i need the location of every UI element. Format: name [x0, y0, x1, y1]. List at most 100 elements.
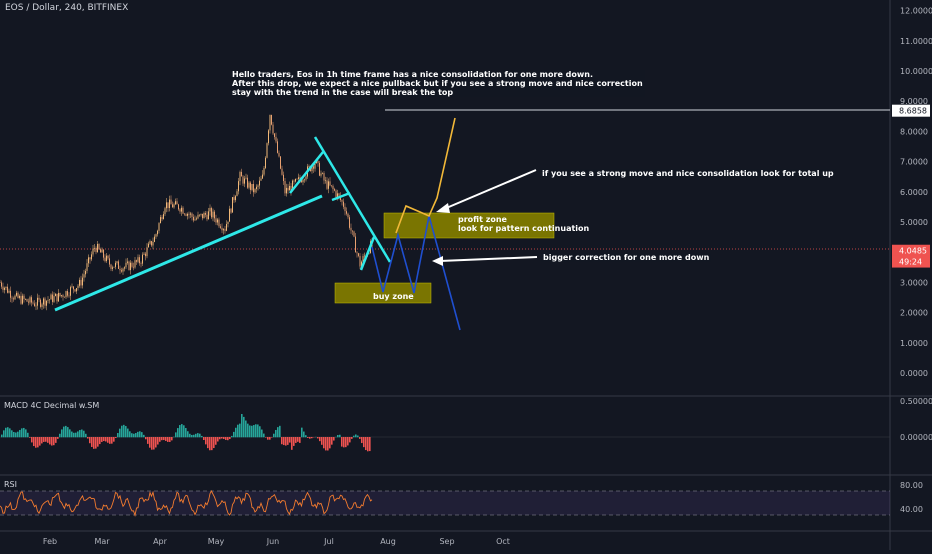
macd-bar [361, 437, 363, 443]
macd-bar [129, 431, 131, 437]
candle-body [273, 125, 274, 134]
macd-bar [185, 428, 187, 437]
candle-body [130, 263, 131, 270]
macd-bar [165, 437, 167, 441]
strong-move-note[interactable]: if you see a strong move and nice consol… [540, 169, 836, 178]
macd-bar [233, 432, 235, 437]
candle-body [93, 249, 94, 255]
correction-note[interactable]: bigger correction for one more down [541, 253, 711, 262]
candle-body [234, 197, 235, 200]
time-axis-labels: FebMarAprMayJunJulAugSepOct [43, 537, 510, 546]
macd-bar [329, 437, 331, 448]
macd-bar [137, 432, 139, 437]
macd-bar [117, 433, 119, 437]
candle-body [37, 298, 38, 306]
macd-bar [49, 437, 51, 444]
candle-body [258, 185, 259, 186]
macd-bar [205, 437, 207, 444]
time-axis-label: Jul [323, 537, 334, 546]
candle-body [133, 267, 134, 268]
candle-body [147, 247, 148, 256]
strong-move-arrowhead [436, 203, 450, 213]
price-tick-label: 7.0000 [900, 158, 928, 167]
candle-body [109, 258, 110, 264]
macd-bar [63, 427, 65, 438]
macd-bar [363, 437, 365, 447]
macd-bar [47, 437, 49, 443]
candle-body [181, 208, 182, 212]
macd-bar [341, 437, 343, 447]
candle-body [102, 250, 103, 253]
macd-bar [259, 426, 261, 437]
macd-bar [71, 432, 73, 438]
macd-bar [219, 437, 221, 439]
macd-bar [143, 435, 145, 437]
price-tick-label: 6.0000 [900, 188, 928, 197]
macd-bar [239, 424, 241, 438]
candle-body [213, 212, 214, 218]
candle-body [244, 178, 245, 183]
candle-body [168, 202, 169, 208]
price-tick-label: 11.0000 [900, 37, 932, 46]
candle-body [132, 263, 133, 267]
candle-body [166, 202, 167, 208]
macd-bar [133, 434, 135, 438]
macd-bar [213, 437, 215, 448]
main-analysis-note[interactable]: Hello traders, Eos in 1h time frame has … [230, 70, 645, 97]
macd-bar [221, 437, 223, 439]
buy-zone-label[interactable]: buy zone [371, 292, 416, 301]
candle-body [178, 204, 179, 209]
macd-bar [115, 437, 117, 438]
macd-bar [127, 429, 129, 438]
candle-body [229, 209, 230, 222]
candle-body [172, 204, 173, 207]
candle-body [250, 183, 251, 190]
drop-trendline[interactable] [361, 237, 374, 270]
macd-bar [65, 426, 67, 437]
candle-body [360, 256, 361, 267]
candle-body [303, 180, 304, 182]
candle-body [30, 297, 31, 302]
macd-bar [15, 433, 17, 438]
macd-bar [73, 433, 75, 438]
macd-bar [193, 435, 195, 438]
macd-bar [111, 437, 113, 444]
macd-bar [41, 437, 43, 443]
price-tick-label: 1.0000 [900, 339, 928, 348]
candle-body [31, 297, 32, 302]
macd-bar [149, 437, 151, 448]
candle-body [129, 262, 130, 270]
rising-trendline[interactable] [55, 196, 322, 310]
profit-zone-label[interactable]: profit zone look for pattern continuatio… [456, 215, 591, 233]
flag-trendline-upper[interactable] [290, 152, 323, 193]
candle-body [207, 215, 208, 219]
candle-body [222, 228, 223, 230]
macd-bar [197, 433, 199, 437]
macd-bar [195, 434, 197, 437]
candle-body [99, 244, 100, 249]
candle-body [88, 257, 89, 263]
macd-bar [23, 428, 25, 437]
candle-body [52, 295, 53, 302]
candle-body [339, 193, 340, 195]
candle-body [217, 220, 218, 223]
candle-body [64, 297, 65, 298]
macd-bar [107, 437, 109, 443]
rsi-indicator-title[interactable]: RSI [4, 480, 17, 489]
candle-body [232, 197, 233, 212]
candle-body [15, 296, 16, 300]
macd-bar [159, 437, 161, 442]
candle-body [306, 176, 307, 179]
candle-body [192, 214, 193, 217]
candle-body [72, 286, 73, 287]
candle-body [135, 260, 136, 267]
chart-workspace[interactable]: 12.000011.000010.00009.00008.00007.00006… [0, 0, 932, 550]
candle-body [21, 296, 22, 304]
macd-indicator-title[interactable]: MACD 4C Decimal w.SM [4, 401, 99, 410]
candle-body [223, 229, 224, 230]
candle-body [189, 214, 190, 215]
falling-trendline[interactable] [315, 137, 390, 262]
candle-body [70, 287, 71, 296]
macd-bar [177, 428, 179, 437]
macd-bar [319, 437, 321, 441]
